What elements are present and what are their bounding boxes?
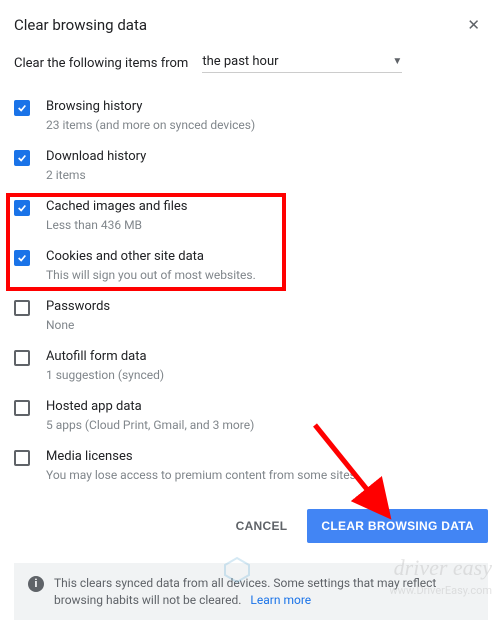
checkbox[interactable] (14, 150, 30, 166)
item-sub: You may lose access to premium content f… (46, 467, 488, 484)
close-icon[interactable]: ✕ (463, 12, 484, 38)
list-item: Cookies and other site dataThis will sig… (14, 241, 488, 291)
clear-browsing-data-button[interactable]: CLEAR BROWSING DATA (307, 509, 488, 543)
checkbox[interactable] (14, 300, 30, 316)
item-text: Media licensesYou may lose access to pre… (46, 448, 488, 484)
time-range-value: the past hour (202, 54, 278, 69)
list-item: Browsing history23 items (and more on sy… (14, 91, 488, 141)
item-label: Media licenses (46, 448, 488, 466)
info-icon: i (28, 576, 44, 592)
checkbox[interactable] (14, 100, 30, 116)
item-text: Cached images and filesLess than 436 MB (46, 198, 488, 234)
time-range-label: Clear the following items from (14, 56, 188, 71)
item-label: Browsing history (46, 98, 488, 116)
checkbox[interactable] (14, 350, 30, 366)
item-label: Hosted app data (46, 398, 488, 416)
list-item: Hosted app data5 apps (Cloud Print, Gmai… (14, 391, 488, 441)
item-label: Autofill form data (46, 348, 488, 366)
item-sub: 5 apps (Cloud Print, Gmail, and 3 more) (46, 417, 488, 434)
chevron-down-icon: ▼ (392, 56, 402, 67)
item-label: Cookies and other site data (46, 248, 488, 266)
list-item: Download history2 items (14, 141, 488, 191)
item-sub: This will sign you out of most websites. (46, 267, 488, 284)
item-sub: Less than 436 MB (46, 217, 488, 234)
item-sub: 1 suggestion (synced) (46, 367, 488, 384)
time-range-select[interactable]: the past hour ▼ (202, 54, 402, 73)
dialog-title: Clear browsing data (14, 16, 147, 34)
list-item: Autofill form data1 suggestion (synced) (14, 341, 488, 391)
item-sub: 2 items (46, 167, 488, 184)
checkbox[interactable] (14, 450, 30, 466)
list-item: Cached images and filesLess than 436 MB (14, 191, 488, 241)
item-text: Cookies and other site dataThis will sig… (46, 248, 488, 284)
item-text: Hosted app data5 apps (Cloud Print, Gmai… (46, 398, 488, 434)
item-sub: 23 items (and more on synced devices) (46, 117, 488, 134)
item-sub: None (46, 317, 488, 334)
checkbox[interactable] (14, 250, 30, 266)
item-label: Download history (46, 148, 488, 166)
footer-text: This clears synced data from all devices… (54, 575, 474, 609)
learn-more-link[interactable]: Learn more (250, 593, 311, 607)
item-text: PasswordsNone (46, 298, 488, 334)
item-text: Browsing history23 items (and more on sy… (46, 98, 488, 134)
item-text: Download history2 items (46, 148, 488, 184)
cancel-button[interactable]: CANCEL (222, 509, 302, 543)
checkbox[interactable] (14, 200, 30, 216)
checkbox[interactable] (14, 400, 30, 416)
list-item: Media licensesYou may lose access to pre… (14, 441, 488, 491)
item-label: Passwords (46, 298, 488, 316)
item-text: Autofill form data1 suggestion (synced) (46, 348, 488, 384)
item-label: Cached images and files (46, 198, 488, 216)
list-item: PasswordsNone (14, 291, 488, 341)
